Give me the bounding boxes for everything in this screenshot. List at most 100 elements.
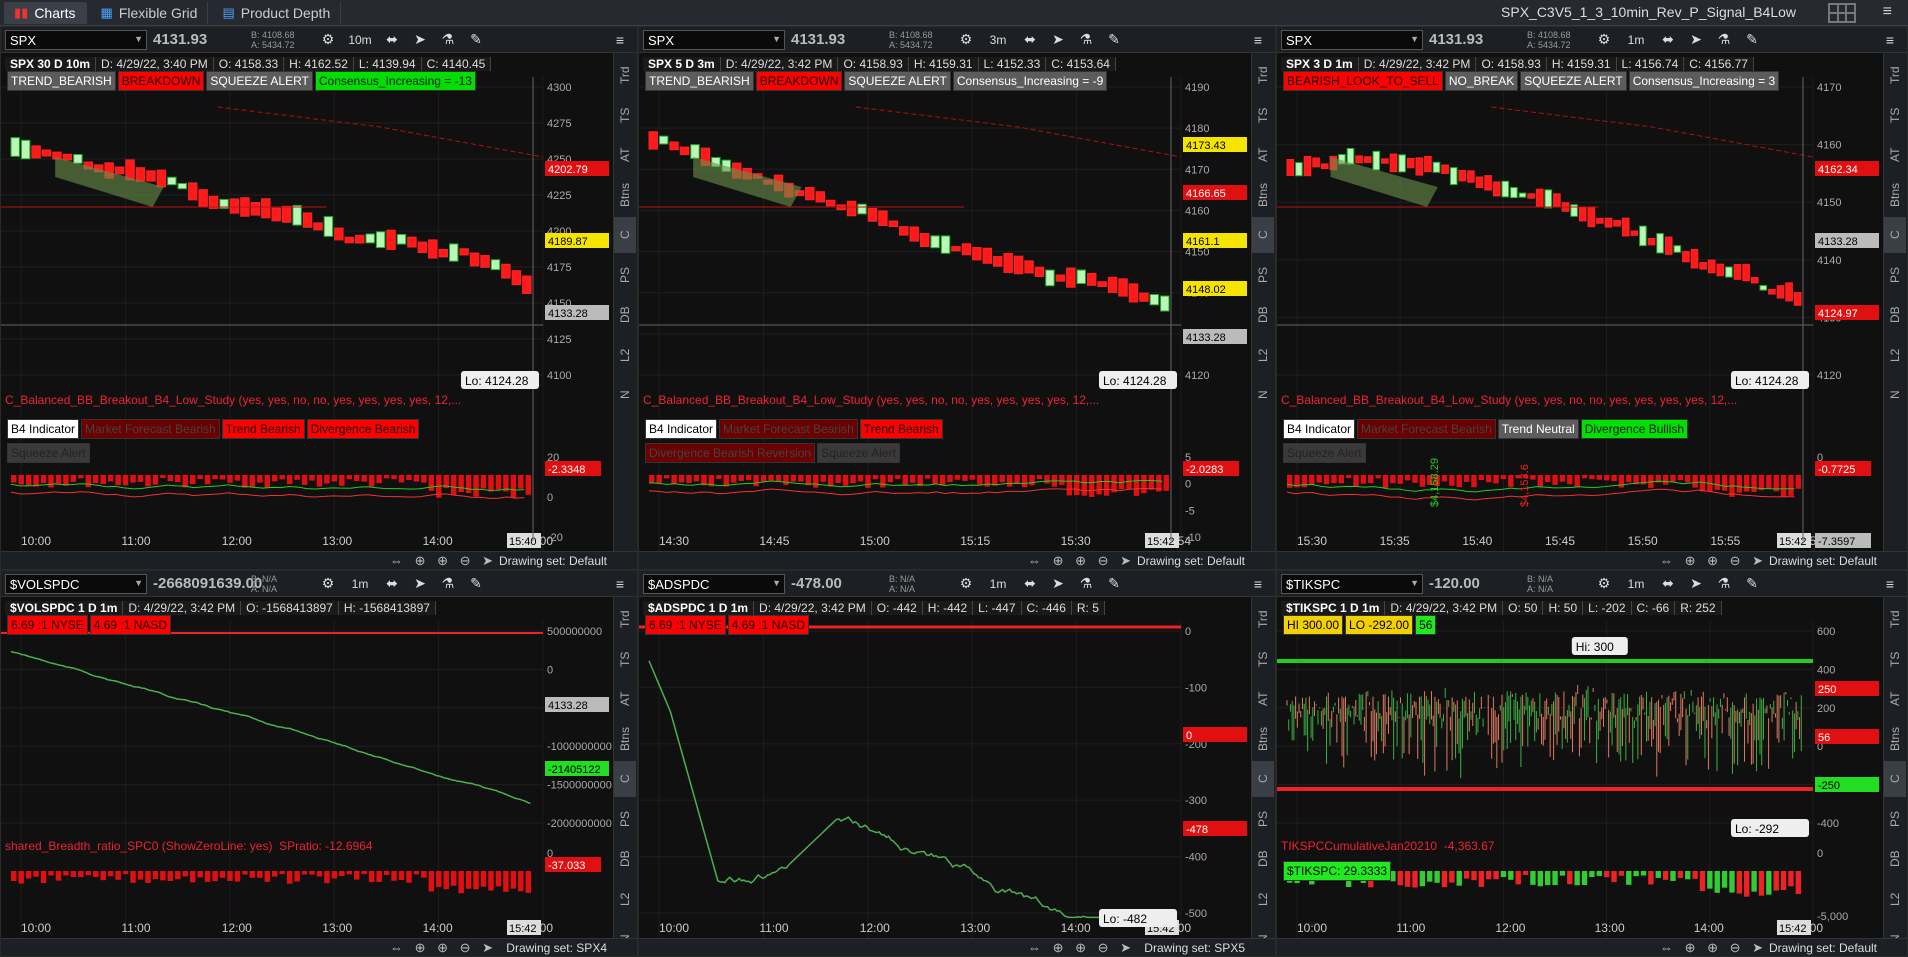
side-tab-db[interactable]: DB [614,841,636,877]
side-tab-db[interactable]: DB [1884,297,1906,333]
side-tab-btns[interactable]: Btns [614,177,636,213]
chart-canvas[interactable]: 43004275425042254200417541504125410010:0… [1,27,613,570]
study-bar [11,475,17,483]
side-tab-btns[interactable]: Btns [1884,721,1906,757]
drawing-set[interactable]: Drawing set: Default [1137,554,1245,568]
side-tab-db[interactable]: DB [1252,297,1274,333]
info-h: H: -442 [922,601,974,615]
side-tab-db[interactable]: DB [614,297,636,333]
study-bar [1412,871,1418,888]
drawing-set[interactable]: Drawing set: Default [1769,941,1877,955]
side-tab-c[interactable]: C [614,217,636,253]
side-tab-at[interactable]: AT [1884,681,1906,717]
side-tab-l2[interactable]: L2 [1252,337,1274,373]
study-bar [1692,871,1698,879]
y-tick-label: 4120 [1185,370,1209,382]
study-bar [1309,475,1315,486]
side-tab-btns[interactable]: Btns [1252,177,1274,213]
study-bar [753,475,759,487]
side-tab-at[interactable]: AT [1252,681,1274,717]
side-tab-n[interactable]: N [614,377,636,413]
study-bar [760,475,767,482]
side-tab-ps[interactable]: PS [1884,257,1906,293]
side-tab-btns[interactable]: Btns [1884,177,1906,213]
side-tab-at[interactable]: AT [1884,137,1906,173]
chart-canvas[interactable]: 41704160415041404130412015:3015:3515:401… [1277,27,1883,570]
side-tab-ps[interactable]: PS [614,801,636,837]
side-tab-btns[interactable]: Btns [1252,721,1274,757]
chart-canvas[interactable]: 4190418041704160415041404130412014:3014:… [639,27,1251,570]
study-bar [1574,871,1580,886]
side-tab-l2[interactable]: L2 [1884,337,1906,373]
side-tab-trd[interactable]: Trd [614,57,636,93]
zoom-controls[interactable]: ⇔ ⊕ ⊕ ⊖ ➤ [1660,553,1767,569]
tab-product-depth[interactable]: ▤ Product Depth [212,1,342,24]
study-y-tick: 0 [547,492,553,504]
study-bar [219,871,226,878]
side-tab-n[interactable]: N [1884,377,1906,413]
drawing-set[interactable]: Drawing set: SPX4 [506,941,607,955]
candle [1381,158,1389,164]
side-tab-ps[interactable]: PS [1252,257,1274,293]
side-tab-at[interactable]: AT [614,137,636,173]
drawing-set[interactable]: Drawing set: Default [1769,554,1877,568]
side-tab-trd[interactable]: Trd [1252,57,1274,93]
x-tick-label: 13:00 [322,921,352,935]
side-tab-ts[interactable]: TS [614,641,636,677]
chart-title: $TIKSPC 1 D 1m [1281,601,1386,615]
side-tab-n[interactable]: N [1252,377,1274,413]
y-tick-label: 4160 [1185,205,1209,217]
side-tab-ts[interactable]: TS [1252,641,1274,677]
side-tab-trd[interactable]: Trd [614,601,636,637]
drawing-set[interactable]: Drawing set: SPX5 [1144,941,1245,955]
tab-flexible-grid[interactable]: ▦ Flexible Grid [91,1,209,24]
x-tick-label: 15:15 [960,534,990,548]
menu-icon[interactable]: ≡ [1883,3,1892,21]
side-tab-ts[interactable]: TS [1884,641,1906,677]
candle [1578,207,1587,222]
zoom-controls[interactable]: ⇔ ⊕ ⊕ ⊖ ➤ [1028,940,1135,956]
drawing-set[interactable]: Drawing set: Default [499,554,607,568]
side-tab-btns[interactable]: Btns [614,721,636,757]
zoom-controls[interactable]: ⇔ ⊕ ⊕ ⊖ ➤ [390,940,497,956]
zoom-controls[interactable]: ⇔ ⊕ ⊕ ⊖ ➤ [390,553,497,569]
side-tab-trd[interactable]: Trd [1252,601,1274,637]
side-tab-c[interactable]: C [1884,761,1906,797]
grid-layout-icon[interactable] [1828,3,1856,23]
side-tab-c[interactable]: C [1884,217,1906,253]
side-tab-l2[interactable]: L2 [614,881,636,917]
study-bar [1515,871,1521,885]
side-tab-db[interactable]: DB [1252,841,1274,877]
zoom-controls[interactable]: ⇔ ⊕ ⊕ ⊖ ➤ [1028,553,1135,569]
info-o: O: -1568413897 [241,601,339,615]
chart-panel-p2: SPX 4131.93 B: 4108.68A: 5434.72 ⚙ 3m ⬌ … [638,26,1276,570]
side-tab-l2[interactable]: L2 [614,337,636,373]
side-tab-c[interactable]: C [1252,217,1274,253]
side-tab-db[interactable]: DB [1884,841,1906,877]
side-tab-l2[interactable]: L2 [1884,881,1906,917]
study-bar [18,475,24,485]
side-tab-trd[interactable]: Trd [1884,601,1906,637]
x-tick-label: 15:55 [1710,534,1740,548]
tab-charts[interactable]: ▮▮ Charts [4,1,87,24]
side-tab-ts[interactable]: TS [614,97,636,133]
study-bar [137,871,144,880]
side-tab-trd[interactable]: Trd [1884,57,1906,93]
side-tab-c[interactable]: C [614,761,636,797]
candle [1725,266,1733,278]
side-tab-ps[interactable]: PS [614,257,636,293]
side-tab-at[interactable]: AT [1252,137,1274,173]
side-tab-ps[interactable]: PS [1884,801,1906,837]
tab-label: Product Depth [240,4,331,21]
side-tab-ps[interactable]: PS [1252,801,1274,837]
side-tab-ts[interactable]: TS [1884,97,1906,133]
side-tab-ts[interactable]: TS [1252,97,1274,133]
side-tab-at[interactable]: AT [614,681,636,717]
candle [888,220,899,227]
chart-panel-p3: SPX 4131.93 B: 4108.68A: 5434.72 ⚙ 1m ⬌ … [1276,26,1908,570]
study-bar [1066,475,1073,496]
side-tab-c[interactable]: C [1252,761,1274,797]
side-tab-l2[interactable]: L2 [1252,881,1274,917]
study-bar [1574,475,1580,487]
zoom-controls[interactable]: ⇔ ⊕ ⊕ ⊖ ➤ [1660,940,1767,956]
